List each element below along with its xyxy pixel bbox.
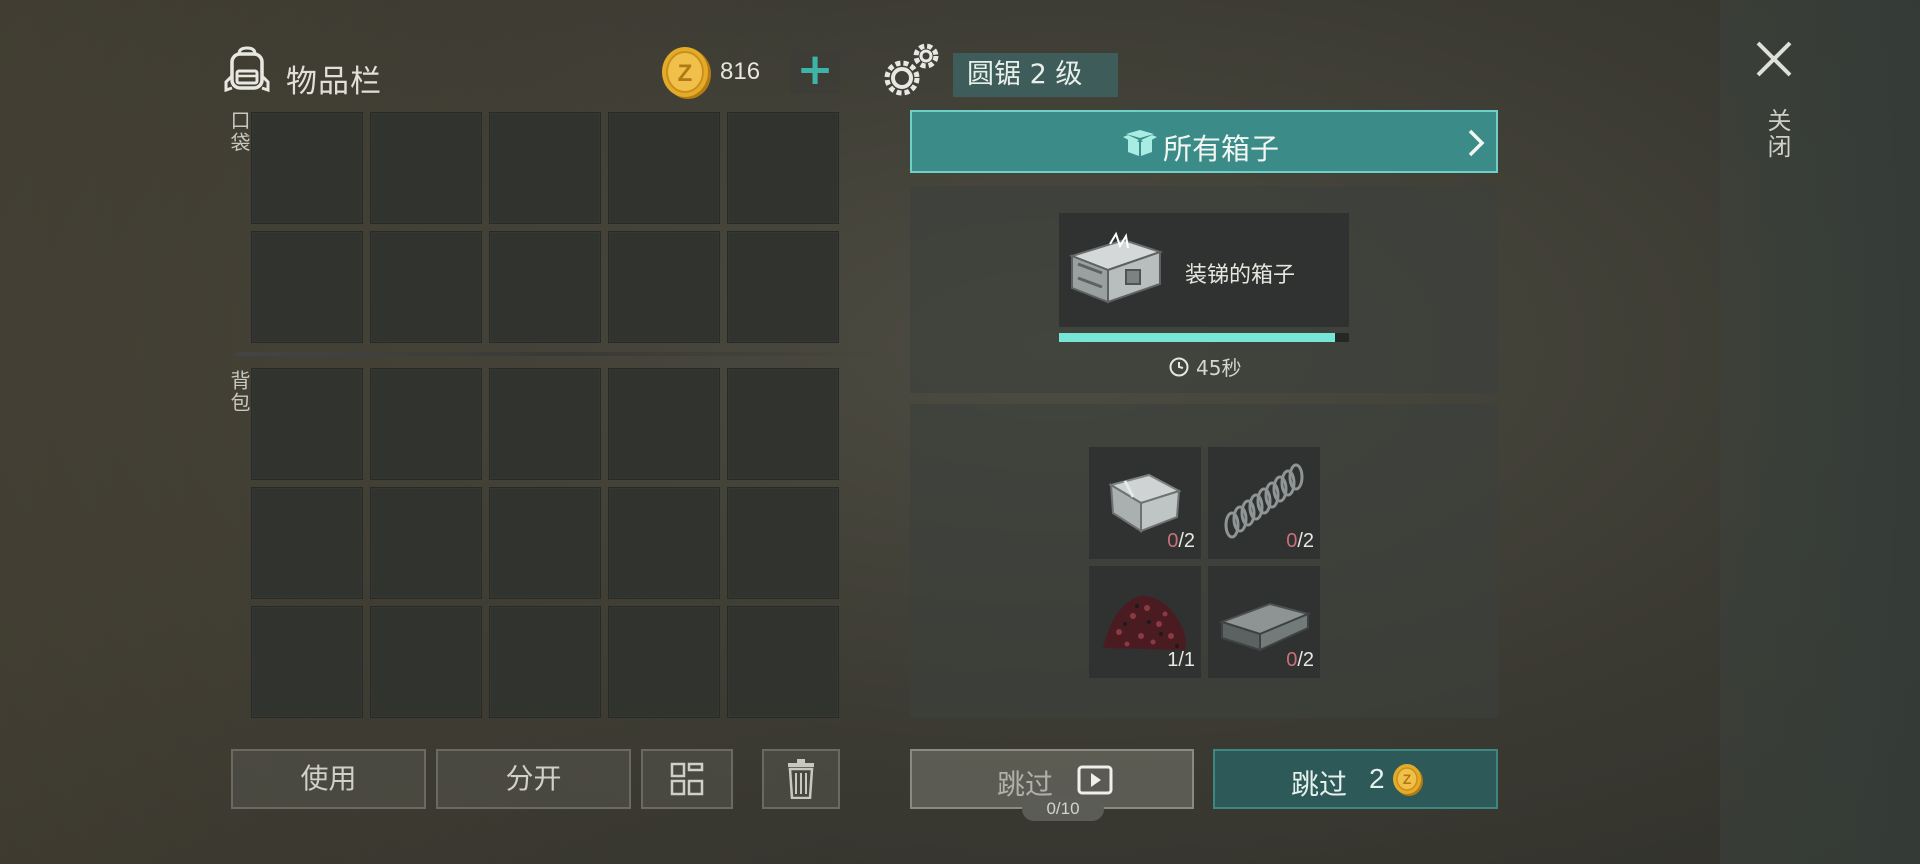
pocket-slot[interactable] (727, 231, 839, 343)
pocket-slot[interactable] (727, 112, 839, 224)
ingredient-slot[interactable]: 0/2 (1208, 447, 1320, 559)
coin-icon: Z (1393, 764, 1423, 796)
ingredient-need: /1 (1178, 649, 1195, 671)
ingredient-slot[interactable]: 0/2 (1089, 447, 1201, 559)
pocket-slot[interactable] (370, 231, 482, 343)
pocket-slot[interactable] (251, 112, 363, 224)
backpack-slot[interactable] (727, 487, 839, 599)
workbench-level: 圆锯 2 级 (953, 53, 1118, 97)
backpack-slot[interactable] (251, 606, 363, 718)
ingredient-need: /2 (1297, 649, 1314, 671)
ingredient-have: 0 (1167, 530, 1179, 552)
ingredient-need: /2 (1297, 530, 1314, 552)
backpack-icon (224, 46, 270, 93)
pocket-slot[interactable] (251, 231, 363, 343)
craft-progress-fill (1059, 333, 1335, 342)
pocket-slot[interactable] (489, 231, 601, 343)
chevron-right-icon (1468, 129, 1485, 157)
craft-timer: 45秒 (1168, 352, 1241, 381)
ingredients-panel (910, 404, 1498, 718)
coin-balance: 816 (720, 58, 761, 85)
use-button[interactable]: 使用 (231, 749, 426, 809)
open-box-icon (1123, 130, 1157, 156)
product-name: 装锑的箱子 (1185, 263, 1296, 288)
backpack-slot[interactable] (608, 368, 720, 480)
backpack-slot[interactable] (489, 368, 601, 480)
backpack-slot[interactable] (608, 606, 720, 718)
sort-grid-icon (670, 762, 704, 796)
pocket-label: 口袋 (227, 110, 251, 154)
backpack-slot[interactable] (251, 487, 363, 599)
backpack-slot[interactable] (370, 368, 482, 480)
ingredient-need: /2 (1178, 530, 1195, 552)
pocket-slot[interactable] (489, 112, 601, 224)
clock-icon (1169, 357, 1189, 376)
section-divider (236, 352, 886, 356)
backpack-label: 背包 (227, 370, 251, 414)
split-button[interactable]: 分开 (436, 749, 631, 809)
backpack-slot[interactable] (727, 606, 839, 718)
antimony-chest-icon (1068, 231, 1164, 304)
svg-text:Z: Z (678, 60, 693, 87)
add-coins-button[interactable]: + (790, 48, 840, 94)
backpack-slot[interactable] (370, 606, 482, 718)
backpack-slot[interactable] (727, 368, 839, 480)
ingredient-slot[interactable]: 0/2 (1208, 566, 1320, 678)
all-boxes-button[interactable]: 所有箱子 (910, 110, 1498, 173)
pocket-slot[interactable] (608, 112, 720, 224)
skip-with-coins-button[interactable]: 跳过 2 Z (1213, 749, 1498, 809)
ingredient-have: 0 (1286, 649, 1298, 671)
close-icon[interactable] (1752, 36, 1796, 82)
pocket-grid (251, 112, 839, 343)
backpack-slot[interactable] (489, 487, 601, 599)
coin-icon: Z (662, 47, 711, 99)
inventory-title: 物品栏 (286, 64, 382, 100)
all-boxes-label: 所有箱子 (1163, 132, 1280, 166)
backpack-slot[interactable] (608, 487, 720, 599)
trash-icon (788, 759, 814, 799)
skip-cost: 2 (1369, 763, 1385, 794)
backpack-slot[interactable] (251, 368, 363, 480)
trash-button[interactable] (762, 749, 840, 809)
pocket-slot[interactable] (608, 231, 720, 343)
backpack-slot[interactable] (489, 606, 601, 718)
backpack-grid (251, 368, 839, 718)
play-video-icon (1077, 765, 1113, 795)
skip-pay-label: 跳过 (1291, 768, 1348, 801)
ad-counter-badge: 0/10 (1022, 797, 1104, 821)
svg-text:Z: Z (1403, 771, 1412, 787)
ingredient-have: 0 (1286, 530, 1298, 552)
sort-button[interactable] (641, 749, 733, 809)
ingredient-have: 1 (1167, 649, 1179, 671)
ingredient-slot[interactable]: 1/1 (1089, 566, 1201, 678)
craft-time-left: 45秒 (1196, 356, 1242, 380)
close-label[interactable]: 关闭 (1760, 108, 1795, 160)
pocket-slot[interactable] (370, 112, 482, 224)
gears-icon (884, 43, 939, 96)
backpack-slot[interactable] (370, 487, 482, 599)
